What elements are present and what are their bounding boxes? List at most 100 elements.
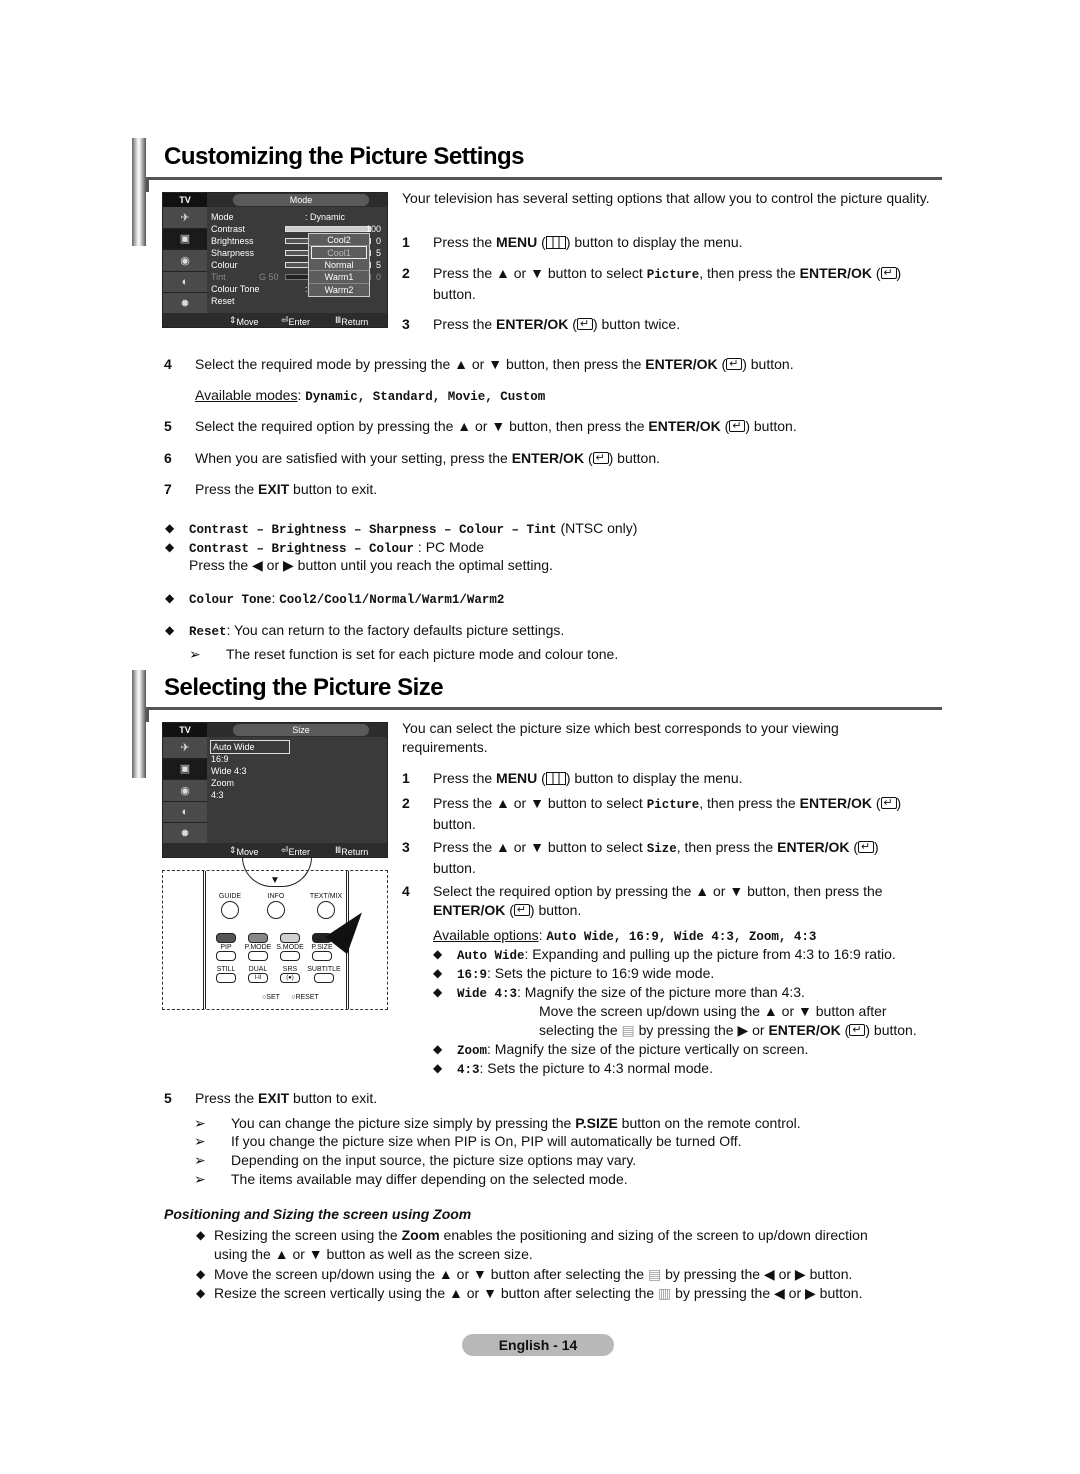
contrast-bar [285, 226, 371, 232]
osd-tv-label: TV [163, 723, 207, 737]
diamond-icon: ◆ [165, 623, 175, 637]
enter-icon [858, 838, 875, 857]
osd-row-mode: Mode: Dynamic [211, 212, 346, 222]
arrow-note-icon: ➢ [194, 1115, 206, 1131]
picture-icon: ▣ [163, 228, 207, 251]
diamond-icon: ◆ [165, 591, 175, 605]
osd-footer: ⇕ Move ⏎ Enter Ⅲ Return [163, 313, 387, 327]
down-arrow-icon: ▼ [270, 875, 280, 886]
textmix-button: TEXT/MIX [306, 893, 346, 919]
enter-icon [592, 449, 609, 468]
menu-icon [545, 236, 566, 249]
enter-icon [576, 315, 593, 334]
wide-4-3-extra-line2: selecting the ▤ by pressing the ▶ or ENT… [539, 1021, 917, 1040]
osd-size-list: Auto Wide 16:9 Wide 4:3 Zoom 4:3 [210, 740, 383, 801]
page-number-badge: English - 14 [462, 1334, 614, 1356]
arrow-note-icon: ➢ [194, 1133, 206, 1149]
remote-body: ▼ GUIDE INFO TEXT/MIX PIP P.MODE S.MODE … [203, 857, 349, 1009]
enter-hint: ⏎ Enter [281, 845, 311, 857]
size-option: Wide 4:3 [211, 766, 247, 776]
input-icon: ✈ [163, 737, 207, 759]
osd-size-menu: TV Size ✈ ▣ ◉ ◐ ✹ Auto Wide 16:9 Wide 4:… [162, 722, 388, 858]
channel-icon: ◐ [163, 271, 207, 294]
sound-icon: ◉ [163, 780, 207, 802]
available-options: Available options: Auto Wide, 16:9, Wide… [433, 927, 817, 944]
diamond-icon: ◆ [433, 1042, 443, 1056]
pip-button: PIP [208, 944, 244, 961]
section-rule-vertical [146, 177, 149, 192]
tone-option: Normal [309, 259, 369, 272]
zoom-subheading: Positioning and Sizing the screen using … [164, 1206, 472, 1222]
section-accent-bar [132, 670, 146, 778]
section2-intro: You can select the picture size which be… [402, 720, 839, 755]
osd-sidebar: ✈ ▣ ◉ ◐ ✹ [163, 737, 207, 845]
section-title-picture-settings: Customizing the Picture Settings [164, 143, 525, 170]
colour-key-yellow [280, 933, 300, 943]
size-option: Zoom [211, 778, 235, 788]
enter-icon [880, 794, 897, 813]
section1-intro: Your television has several setting opti… [402, 190, 930, 206]
setup-icon: ✹ [163, 823, 207, 845]
diamond-icon: ◆ [433, 966, 443, 980]
diamond-icon: ◆ [165, 521, 175, 535]
return-hint: Ⅲ Return [335, 315, 369, 327]
subtitle-button: SUBTITLE [304, 966, 344, 983]
diamond-icon: ◆ [433, 985, 443, 999]
tone-option-selected: Cool1 [311, 246, 367, 259]
arrow-note-icon: ➢ [194, 1152, 206, 1168]
osd-tv-label: TV [163, 193, 207, 207]
srs-button: SRS (●) [272, 966, 308, 983]
available-modes: Available modes: Dynamic, Standard, Movi… [195, 387, 546, 404]
enter-icon [849, 1021, 866, 1040]
tone-option: Warm2 [324, 284, 354, 295]
diamond-icon: ◆ [196, 1286, 206, 1300]
osd-title: Mode [233, 194, 369, 206]
size-option-selected: Auto Wide [210, 740, 290, 754]
dual-button: DUAL I-II [248, 966, 268, 983]
diamond-icon: ◆ [196, 1267, 206, 1281]
diamond-icon: ◆ [165, 540, 175, 554]
size-option: 4:3 [211, 790, 224, 800]
tone-option: Cool2 [309, 234, 369, 247]
pmode-button: P.MODE [240, 944, 276, 961]
osd-sidebar: ✈ ▣ ◉ ◐ ✹ [163, 207, 207, 315]
section-rule [146, 707, 942, 710]
size-icon: ▥ [658, 1285, 672, 1301]
info-button: INFO [258, 893, 294, 919]
colour-key-green [248, 933, 268, 943]
diamond-icon: ◆ [433, 1061, 443, 1075]
section-rule-vertical [146, 707, 149, 722]
size-option: 16:9 [211, 754, 229, 764]
enter-icon [513, 901, 530, 920]
enter-hint: ⏎ Enter [281, 315, 311, 327]
colour-key-red [216, 933, 236, 943]
section-title-picture-size: Selecting the Picture Size [164, 674, 444, 701]
enter-icon [880, 264, 897, 283]
diamond-icon: ◆ [196, 1228, 206, 1242]
section-accent-bar [132, 138, 146, 246]
menu-icon [545, 772, 566, 785]
arrow-note-icon: ➢ [189, 646, 201, 662]
position-icon: ▤ [621, 1022, 635, 1038]
osd-mode-menu: TV Mode ✈ ▣ ◉ ◐ ✹ Mode: Dynamic Contrast… [162, 192, 388, 328]
enter-icon [729, 417, 746, 436]
return-hint: Ⅲ Return [335, 845, 369, 857]
enter-icon [726, 355, 743, 374]
input-icon: ✈ [163, 207, 207, 229]
channel-icon: ◐ [163, 801, 207, 824]
move-hint: ⇕ Move [229, 845, 259, 857]
setup-icon: ✹ [163, 293, 207, 315]
reset-label: ○RESET [291, 994, 319, 1001]
osd-footer: ⇕ Move ⏎ Enter Ⅲ Return [163, 843, 387, 857]
section-rule [146, 177, 942, 180]
still-button: STILL [208, 966, 244, 983]
pc-mode-hint: Press the ◀ or ▶ button until you reach … [189, 557, 553, 573]
osd-title: Size [233, 724, 369, 736]
picture-icon: ▣ [163, 758, 207, 781]
tone-option: Warm1 [309, 271, 369, 284]
position-icon: ▤ [647, 1266, 662, 1282]
psize-button: P.SIZE [304, 944, 340, 961]
wide-4-3-extra-line1: Move the screen up/down using the ▲ or ▼… [539, 1003, 887, 1019]
guide-button: GUIDE [212, 893, 248, 919]
colour-tone-popup: Cool2 Cool1 Normal Warm1 Warm2 [308, 233, 370, 297]
